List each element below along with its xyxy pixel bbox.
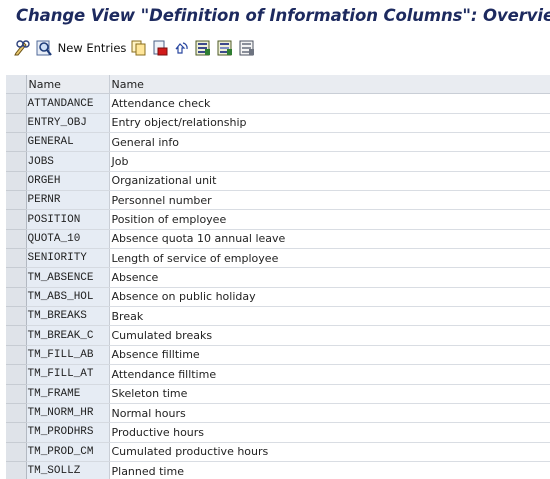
row-key-cell[interactable]: TM_FILL_AT <box>26 364 110 385</box>
page-title: Change View "Definition of Information C… <box>16 6 550 25</box>
table-row[interactable]: QUOTA_10 Absence quota 10 annual leave <box>6 229 550 250</box>
row-text-cell[interactable]: Skeleton time <box>109 384 550 404</box>
row-selector[interactable] <box>6 171 27 192</box>
row-selector[interactable] <box>6 93 27 114</box>
row-key-cell[interactable]: TM_BREAK_C <box>26 325 110 346</box>
select-all-icon[interactable] <box>195 39 211 57</box>
row-key-cell[interactable]: TM_PROD_CM <box>26 442 110 462</box>
row-text-cell[interactable]: Cumulated productive hours <box>109 442 550 462</box>
row-selector[interactable] <box>6 384 27 404</box>
table-row[interactable]: PERNR Personnel number <box>6 190 550 211</box>
row-selector[interactable] <box>6 113 27 134</box>
row-text-cell[interactable]: Cumulated breaks <box>109 325 550 346</box>
row-selector[interactable] <box>6 422 27 443</box>
select-all-rows-cell[interactable] <box>6 75 27 95</box>
row-text-cell[interactable]: Attendance filltime <box>109 364 550 385</box>
table-row[interactable]: ATTANDANCE Attendance check <box>6 93 550 114</box>
table-row[interactable]: GENERAL General info <box>6 132 550 153</box>
row-text-cell[interactable]: Length of service of employee <box>109 248 550 269</box>
row-text-cell[interactable]: Normal hours <box>109 403 550 424</box>
undo-icon[interactable] <box>173 39 189 57</box>
table-row[interactable]: TM_PRODHRS Productive hours <box>6 422 550 443</box>
row-selector[interactable] <box>6 461 27 479</box>
row-key-cell[interactable]: PERNR <box>26 190 110 211</box>
row-text-cell[interactable]: Attendance check <box>109 93 550 114</box>
row-text-cell[interactable]: Absence quota 10 annual leave <box>109 229 550 250</box>
title-bar: Change View "Definition of Information C… <box>0 0 550 34</box>
row-key-cell[interactable]: TM_ABS_HOL <box>26 287 110 308</box>
table-row[interactable]: SENIORITY Length of service of employee <box>6 248 550 269</box>
table-row[interactable]: TM_ABSENCE Absence <box>6 267 550 288</box>
row-key-cell[interactable]: TM_PRODHRS <box>26 422 110 443</box>
delete-icon[interactable] <box>152 39 168 57</box>
row-selector[interactable] <box>6 403 27 424</box>
row-selector[interactable] <box>6 190 27 211</box>
table-row[interactable]: TM_FILL_AT Attendance filltime <box>6 364 550 385</box>
row-text-cell[interactable]: Break <box>109 306 550 327</box>
new-entries-button[interactable]: New Entries <box>58 39 127 57</box>
column-header-text[interactable]: Name <box>109 75 550 95</box>
row-text-cell[interactable]: General info <box>109 132 550 153</box>
row-selector[interactable] <box>6 325 27 346</box>
row-text-cell[interactable]: Absence <box>109 267 550 288</box>
new-entries-label: New Entries <box>57 41 127 55</box>
row-key-cell[interactable]: TM_SOLLZ <box>26 461 110 479</box>
row-key-cell[interactable]: SENIORITY <box>26 248 110 269</box>
row-selector[interactable] <box>6 287 27 308</box>
copy-icon[interactable] <box>131 39 147 57</box>
row-text-cell[interactable]: Productive hours <box>109 422 550 443</box>
table-row[interactable]: TM_ABS_HOL Absence on public holiday <box>6 287 550 308</box>
row-key-cell[interactable]: QUOTA_10 <box>26 229 110 250</box>
row-text-cell[interactable]: Position of employee <box>109 209 550 230</box>
row-text-cell[interactable]: Absence on public holiday <box>109 287 550 308</box>
table-control: Name Name ATTANDANCE Attendance check ENTR… <box>6 75 550 479</box>
row-selector[interactable] <box>6 248 27 269</box>
table-row[interactable]: TM_FILL_AB Absence filltime <box>6 345 550 366</box>
table-row[interactable]: POSITION Position of employee <box>6 209 550 230</box>
table-header-row: Name Name <box>6 75 550 95</box>
display-change-icon[interactable] <box>14 39 32 57</box>
row-key-cell[interactable]: TM_BREAKS <box>26 306 110 327</box>
row-selector[interactable] <box>6 151 27 172</box>
row-key-cell[interactable]: TM_FRAME <box>26 384 110 404</box>
row-selector[interactable] <box>6 345 27 366</box>
row-selector[interactable] <box>6 364 27 385</box>
row-selector[interactable] <box>6 229 27 250</box>
table-row[interactable]: TM_BREAKS Break <box>6 306 550 327</box>
row-text-cell[interactable]: Absence filltime <box>109 345 550 366</box>
table-row[interactable]: TM_PROD_CM Cumulated productive hours <box>6 442 550 462</box>
row-selector[interactable] <box>6 306 27 327</box>
table-row[interactable]: ENTRY_OBJ Entry object/relationship <box>6 113 550 134</box>
row-text-cell[interactable]: Organizational unit <box>109 171 550 192</box>
row-key-cell[interactable]: TM_FILL_AB <box>26 345 110 366</box>
row-text-cell[interactable]: Job <box>109 151 550 172</box>
application-toolbar: New Entries <box>0 36 550 62</box>
row-selector[interactable] <box>6 209 27 230</box>
row-key-cell[interactable]: JOBS <box>26 151 110 172</box>
table-row[interactable]: TM_BREAK_C Cumulated breaks <box>6 325 550 346</box>
table-row[interactable]: TM_NORM_HR Normal hours <box>6 403 550 424</box>
table-row[interactable]: JOBS Job <box>6 151 550 172</box>
select-block-icon[interactable] <box>217 39 233 57</box>
table-row[interactable]: TM_SOLLZ Planned time <box>6 461 550 479</box>
row-key-cell[interactable]: ATTANDANCE <box>26 93 110 114</box>
table-row[interactable]: TM_FRAME Skeleton time <box>6 384 550 404</box>
row-text-cell[interactable]: Entry object/relationship <box>109 113 550 134</box>
deselect-all-icon[interactable] <box>239 39 255 57</box>
information-columns-table: Name Name ATTANDANCE Attendance check ENTR… <box>6 75 550 479</box>
row-key-cell[interactable]: TM_ABSENCE <box>26 267 110 288</box>
column-header-key[interactable]: Name <box>26 75 110 95</box>
row-selector[interactable] <box>6 442 27 462</box>
row-key-cell[interactable]: POSITION <box>26 209 110 230</box>
row-text-cell[interactable]: Planned time <box>109 461 550 479</box>
row-selector[interactable] <box>6 132 27 153</box>
details-icon[interactable] <box>35 39 53 57</box>
row-text-cell[interactable]: Personnel number <box>109 190 550 211</box>
row-key-cell[interactable]: ENTRY_OBJ <box>26 113 110 134</box>
row-key-cell[interactable]: GENERAL <box>26 132 110 153</box>
row-selector[interactable] <box>6 267 27 288</box>
table-row[interactable]: ORGEH Organizational unit <box>6 171 550 192</box>
row-key-cell[interactable]: TM_NORM_HR <box>26 403 110 424</box>
row-key-cell[interactable]: ORGEH <box>26 171 110 192</box>
